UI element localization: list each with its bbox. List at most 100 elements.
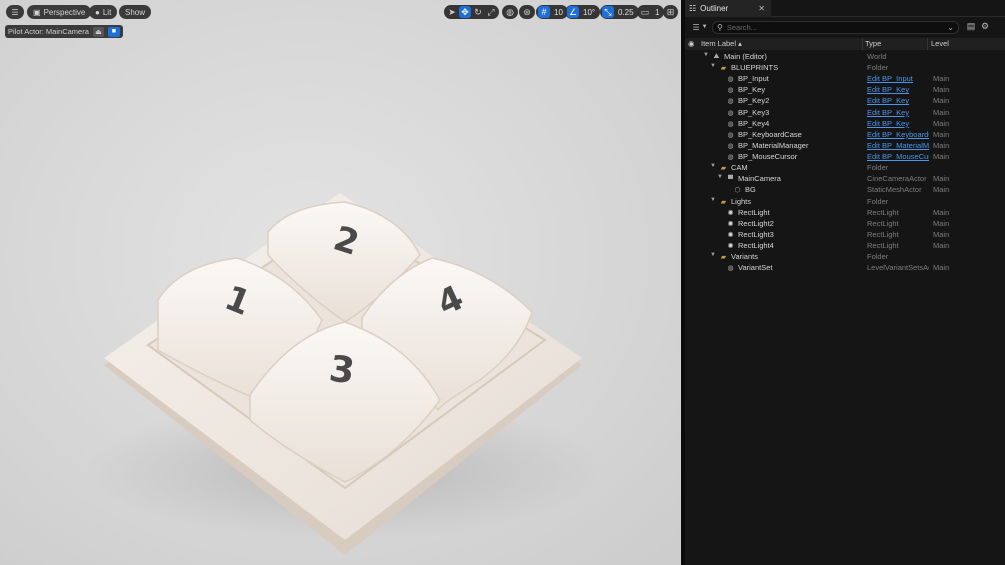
row-label: BLUEPRINTS: [731, 63, 779, 73]
edit-blueprint-link[interactable]: Edit BP_Key: [867, 108, 929, 117]
outliner-icon: ☷: [689, 4, 697, 13]
row-level: Main: [933, 229, 950, 239]
row-type: World: [867, 52, 887, 61]
row-label: RectLight: [738, 207, 770, 217]
tree-row[interactable]: ◍ BP_Key3 Edit BP_Key Main: [685, 108, 1005, 119]
row-label: BP_Input: [738, 74, 769, 84]
row-type: Folder: [867, 252, 889, 262]
row-type: RectLight: [867, 229, 899, 239]
mesh-icon: ⬡: [734, 187, 741, 195]
row-level: Main: [933, 174, 950, 184]
search-icon: ⚲: [717, 22, 723, 32]
light-icon: ✺: [727, 220, 734, 228]
blueprint-icon: ◍: [727, 120, 734, 128]
row-level: Main: [933, 74, 950, 84]
light-icon: ✺: [727, 243, 734, 251]
search-options-chevron-icon[interactable]: ⌄: [947, 23, 954, 32]
tree-row[interactable]: ✺ RectLight2 RectLight Main: [685, 219, 1005, 230]
tree-row[interactable]: ▼ ▰ CAM Folder: [685, 163, 1005, 174]
row-label: CAM: [731, 163, 748, 173]
tree-row[interactable]: ◍ BP_Key Edit BP_Key Main: [685, 85, 1005, 96]
blueprint-icon: ◍: [727, 98, 734, 106]
row-type: Folder: [867, 63, 889, 73]
tree-row[interactable]: ⬡ BG StaticMeshActor Main: [685, 185, 1005, 196]
world-icon: ⛰: [713, 53, 720, 60]
tree-row[interactable]: ✺ RectLight RectLight Main: [685, 208, 1005, 219]
expand-arrow-icon[interactable]: ▼: [710, 252, 716, 258]
tree-row[interactable]: ▼ ▰ Lights Folder: [685, 197, 1005, 208]
row-level: Main: [933, 107, 950, 117]
blueprint-icon: ◍: [727, 87, 734, 95]
row-level: Main: [933, 218, 950, 228]
edit-blueprint-link[interactable]: Edit BP_Key: [867, 96, 929, 105]
folder-icon: ▰: [720, 254, 727, 262]
row-type: LevelVariantSetsAc: [867, 263, 929, 273]
row-type: StaticMeshActor: [867, 185, 922, 195]
row-level: Main: [933, 241, 950, 251]
row-level: Main: [933, 140, 950, 150]
row-label: BP_MouseCursor: [738, 152, 798, 162]
folder-icon: ▰: [720, 65, 727, 73]
row-level: Main: [933, 263, 950, 273]
row-label: RectLight3: [738, 229, 774, 239]
row-label: Lights: [731, 196, 752, 206]
column-level[interactable]: Level: [931, 39, 949, 48]
row-level: Main: [933, 207, 950, 217]
close-icon[interactable]: ✕: [758, 4, 765, 13]
blueprint-icon: ◍: [727, 142, 734, 150]
tree-row[interactable]: ◍ BP_Input Edit BP_Input Main: [685, 74, 1005, 85]
tree-row[interactable]: ▼ ▀ MainCamera CineCameraActor Main: [685, 174, 1005, 185]
expand-arrow-icon[interactable]: ▼: [703, 52, 709, 58]
add-folder-icon[interactable]: ▤: [965, 20, 977, 32]
expand-arrow-icon[interactable]: ▼: [710, 197, 716, 203]
light-icon: ✺: [727, 231, 734, 239]
tree-row[interactable]: ▼ ▰ Variants Folder: [685, 252, 1005, 263]
row-label: Main (Editor): [724, 52, 767, 61]
tree-row[interactable]: ▼ ⛰ Main (Editor) World: [685, 52, 1005, 63]
settings-gear-icon[interactable]: ⚙: [979, 20, 991, 32]
edit-blueprint-link[interactable]: Edit BP_KeyboardC: [867, 130, 929, 139]
blueprint-icon: ◍: [727, 76, 734, 84]
outliner-tab[interactable]: ☷ Outliner ✕: [685, 0, 771, 17]
edit-blueprint-link[interactable]: Edit BP_MaterialMa: [867, 141, 929, 150]
keypad-render: 2 1 4 3: [85, 193, 605, 555]
column-type[interactable]: Type: [865, 39, 881, 48]
row-level: Main: [933, 152, 950, 162]
edit-blueprint-link[interactable]: Edit BP_Key: [867, 85, 929, 94]
tree-row[interactable]: ◍ BP_MouseCursor Edit BP_MouseCurs Main: [685, 152, 1005, 163]
row-type: Folder: [867, 163, 889, 173]
tree-row[interactable]: ◍ BP_Key4 Edit BP_Key Main: [685, 119, 1005, 130]
outliner-panel: ☷ Outliner ✕ ☰▼ ⚲ ⌄ ▤ ⚙ ◉ Item Label ▴ T…: [685, 0, 1005, 565]
tab-divider: [771, 16, 1005, 17]
tree-row[interactable]: ◍ BP_KeyboardCase Edit BP_KeyboardC Main: [685, 130, 1005, 141]
row-level: Main: [933, 85, 950, 95]
search-row: ☰▼ ⚲ ⌄: [685, 19, 1005, 35]
search-input[interactable]: [726, 22, 942, 32]
filter-icon: ☰: [692, 22, 700, 32]
column-item-label[interactable]: Item Label ▴: [701, 39, 742, 48]
row-level: Main: [933, 96, 950, 106]
tree-row[interactable]: ◍ BP_MaterialManager Edit BP_MaterialMa Mai…: [685, 141, 1005, 152]
edit-blueprint-link[interactable]: Edit BP_MouseCurs: [867, 152, 929, 161]
row-level: Main: [933, 129, 950, 139]
tree-row[interactable]: ◍ VariantSet LevelVariantSetsAc Main: [685, 263, 1005, 274]
row-type: RectLight: [867, 241, 899, 251]
row-label: BP_MaterialManager: [738, 140, 809, 150]
expand-arrow-icon[interactable]: ▼: [710, 163, 716, 169]
tree-row[interactable]: ▼ ▰ BLUEPRINTS Folder: [685, 63, 1005, 74]
row-label: BP_KeyboardCase: [738, 129, 802, 139]
variant-icon: ◍: [727, 265, 734, 273]
light-icon: ✺: [727, 209, 734, 217]
edit-blueprint-link[interactable]: Edit BP_Key: [867, 119, 929, 128]
level-viewport[interactable]: ☰ ▣ Perspective ● Lit Show ➤ ✥ ↻ ⤢ ◍ ⊛ #…: [0, 0, 681, 565]
edit-blueprint-link[interactable]: Edit BP_Input: [867, 74, 929, 83]
tree-row[interactable]: ✺ RectLight3 RectLight Main: [685, 230, 1005, 241]
expand-arrow-icon[interactable]: ▼: [717, 174, 723, 180]
row-level: Main: [933, 185, 950, 195]
filter-button[interactable]: ☰ ▼: [689, 20, 711, 34]
tree-row[interactable]: ◍ BP_Key2 Edit BP_Key Main: [685, 96, 1005, 107]
camera-icon: ▀: [728, 175, 733, 183]
tree-row[interactable]: ✺ RectLight4 RectLight Main: [685, 241, 1005, 252]
visibility-eye-icon[interactable]: ◉: [688, 39, 695, 48]
expand-arrow-icon[interactable]: ▼: [710, 63, 716, 69]
